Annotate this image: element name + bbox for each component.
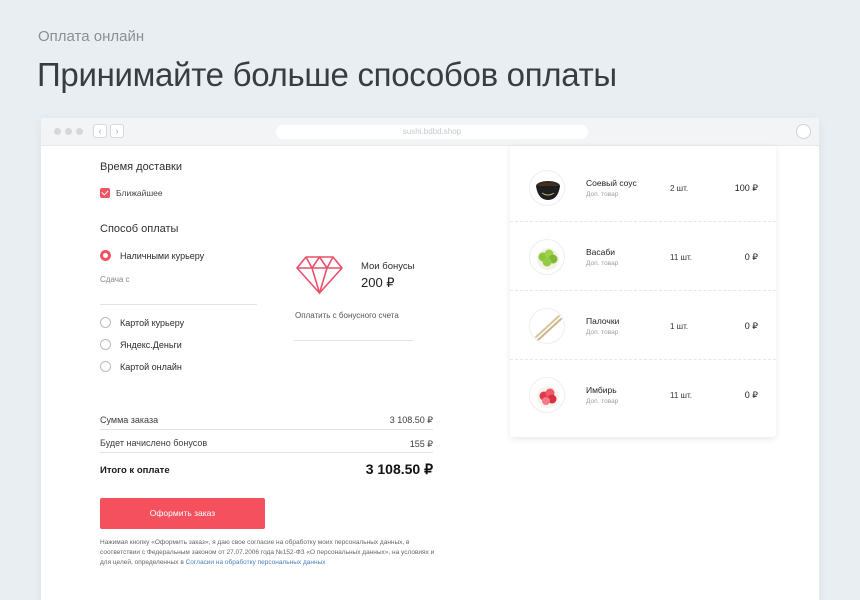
cart-item-price: 0 ₽ (744, 321, 758, 331)
cart-item-price: 100 ₽ (734, 183, 758, 193)
cart-item-qty: 1 шт. (670, 322, 689, 331)
cart-item: Васаби Доп. товар 11 шт. 0 ₽ (510, 223, 776, 291)
radio-card-online[interactable] (100, 361, 111, 372)
bonus-accrued-label: Будет начислено бонусов (100, 438, 208, 448)
summary-divider (100, 429, 433, 430)
delivery-time-title: Время доставки (100, 161, 183, 173)
cart-item: Палочки Доп. товар 1 шт. 0 ₽ (510, 292, 776, 360)
change-amount-input[interactable] (100, 304, 257, 305)
soy-sauce-bowl-icon (529, 170, 565, 206)
cart-item-type: Доп. товар (586, 329, 619, 336)
radio-yandex-money[interactable] (100, 339, 111, 350)
browser-window: ‹ › sushi.bdbd.shop Время доставки Ближа… (41, 118, 819, 600)
consent-link[interactable]: Согласии на обработку персональных данны… (186, 559, 326, 566)
cart-item-qty: 2 шт. (670, 184, 689, 193)
browser-toolbar: ‹ › sushi.bdbd.shop (41, 118, 819, 146)
cart-item-name: Палочки (586, 316, 620, 326)
cart-item-price: 0 ₽ (744, 390, 758, 400)
address-bar[interactable]: sushi.bdbd.shop (276, 125, 588, 139)
my-bonuses-label: Мои бонусы (361, 261, 415, 272)
cart-panel: Соевый соус Доп. товар 2 шт. 100 ₽ Васаб… (510, 146, 776, 437)
order-sum-label: Сумма заказа (100, 415, 159, 425)
cart-item: Соевый соус Доп. товар 2 шт. 100 ₽ (510, 154, 776, 222)
back-button[interactable]: ‹ (93, 124, 107, 138)
cart-item-qty: 11 шт. (670, 253, 692, 262)
cart-item-name: Васаби (586, 247, 615, 257)
cart-item: Имбирь Доп. товар 11 шт. 0 ₽ (510, 361, 776, 429)
place-order-button[interactable]: Оформить заказ (100, 498, 265, 529)
option-label-card-courier: Картой курьеру (120, 318, 185, 328)
total-label: Итого к оплате (100, 465, 170, 476)
radio-cash-courier[interactable] (100, 250, 111, 261)
forward-button[interactable]: › (110, 124, 124, 138)
order-sum-value: 3 108.50 ₽ (389, 415, 433, 425)
page-eyebrow: Оплата онлайн (38, 28, 145, 45)
radio-card-courier[interactable] (100, 317, 111, 328)
total-value: 3 108.50 ₽ (365, 461, 433, 477)
window-maximize-dot[interactable] (76, 128, 83, 135)
cart-item-type: Доп. товар (586, 260, 619, 267)
pay-with-bonus-label: Оплатить с бонусного счета (295, 311, 399, 320)
bonus-accrued-value: 155 ₽ (409, 439, 433, 449)
page-headline: Принимайте больше способов оплаты (37, 56, 617, 93)
payment-method-title: Способ оплаты (100, 223, 179, 235)
bonus-balance: 200 ₽ (361, 275, 395, 290)
cart-item-name: Имбирь (586, 385, 617, 395)
cart-item-name: Соевый соус (586, 178, 637, 188)
nearest-time-checkbox[interactable] (100, 188, 110, 198)
option-label-cash-courier: Наличными курьеру (120, 251, 205, 261)
option-label-yandex-money: Яндекс.Деньги (120, 340, 182, 350)
wasabi-icon (529, 239, 565, 275)
diamond-icon (296, 256, 343, 294)
summary-divider (100, 452, 433, 453)
profile-icon[interactable] (796, 124, 811, 139)
window-close-dot[interactable] (54, 128, 61, 135)
chopsticks-icon (529, 308, 565, 344)
window-minimize-dot[interactable] (65, 128, 72, 135)
cart-item-type: Доп. товар (586, 191, 619, 198)
option-label-card-online: Картой онлайн (120, 362, 182, 372)
bonus-amount-input[interactable] (294, 340, 414, 341)
change-amount-label: Сдача с (100, 275, 130, 284)
nearest-time-label: Ближайшее (116, 188, 163, 198)
cart-item-qty: 11 шт. (670, 391, 692, 400)
consent-text: Нажимая кнопку «Оформить заказ», я даю с… (100, 538, 440, 568)
cart-item-price: 0 ₽ (744, 252, 758, 262)
cart-item-type: Доп. товар (586, 398, 619, 405)
ginger-icon (529, 377, 565, 413)
